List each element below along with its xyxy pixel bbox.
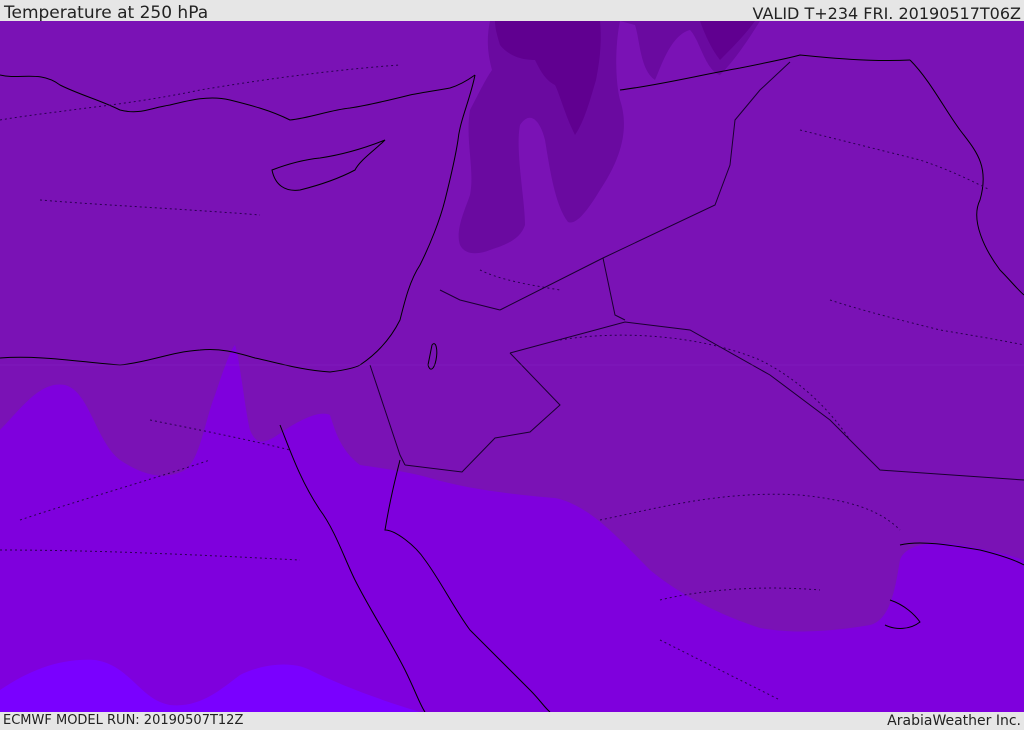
temperature-map bbox=[0, 21, 1024, 712]
header-bar: Temperature at 250 hPa VALID T+234 FRI. … bbox=[0, 0, 1024, 23]
map-title: Temperature at 250 hPa bbox=[4, 3, 209, 23]
model-run: ECMWF MODEL RUN: 20190507T12Z bbox=[3, 713, 244, 728]
footer-bar: ECMWF MODEL RUN: 20190507T12Z ArabiaWeat… bbox=[0, 712, 1024, 729]
credit: ArabiaWeather Inc. bbox=[887, 713, 1021, 729]
